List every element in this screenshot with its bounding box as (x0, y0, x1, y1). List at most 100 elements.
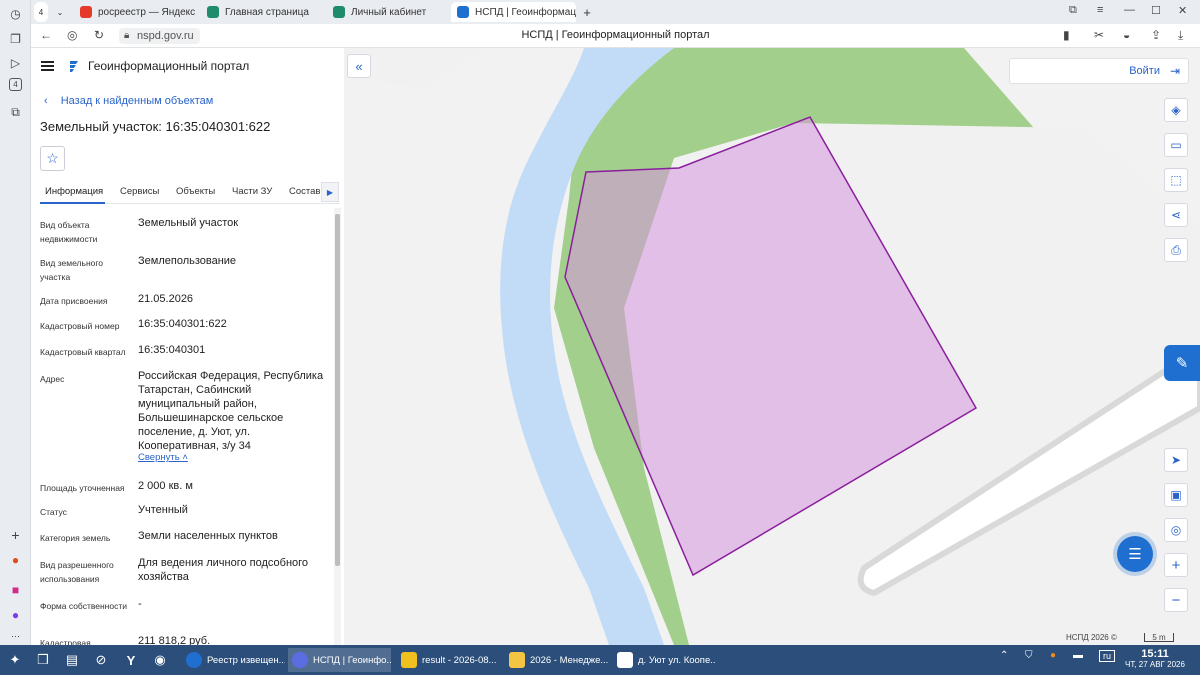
map-scale: 5 m (1144, 633, 1174, 642)
screenshot-icon[interactable]: ⧉ (6, 103, 25, 122)
yandex-browser-icon[interactable]: Y (121, 650, 141, 670)
browser-sidebar: ◷ ❐ ▷ 4 ⧉ + ● ■ ● ⋯ (0, 0, 31, 645)
history-icon[interactable]: ◷ (6, 4, 25, 23)
locate-button[interactable]: ➤ (1164, 448, 1188, 472)
chat-button[interactable]: ☰ (1117, 536, 1153, 572)
info-label: Статус (40, 507, 67, 517)
feedback-button[interactable]: ✎ (1164, 345, 1200, 381)
search-location-button[interactable]: ◎ (1164, 518, 1188, 542)
back-to-results-link[interactable]: ‹ Назад к найденным объектам (44, 95, 213, 107)
chevron-up-icon: ˄ (182, 452, 188, 463)
tab-yandex[interactable]: росреестр — Яндекс: наш (74, 2, 196, 22)
new-tab-icon[interactable]: + (579, 2, 595, 22)
info-label: Форма собственности (40, 601, 127, 611)
tray-update-icon[interactable]: ● (1050, 650, 1056, 661)
layers-icon: ◈ (1171, 103, 1181, 117)
share-icon: ⋖ (1170, 208, 1182, 222)
chevron-right-icon: ▶ (326, 187, 334, 197)
task-document[interactable]: д. Уют ул. Коопе... (613, 648, 716, 672)
add-icon[interactable]: + (6, 525, 25, 544)
chevron-left-icon: ‹ (44, 95, 48, 107)
bookmark-icon[interactable]: ▮ (1063, 28, 1070, 42)
print-button[interactable]: ⎙ (1164, 238, 1188, 262)
app-icon[interactable]: ● (6, 550, 25, 569)
info-value: - (138, 598, 142, 610)
collapse-panel-button[interactable]: « (347, 54, 371, 78)
double-chevron-left-icon: « (355, 58, 363, 74)
scrollbar-thumb[interactable] (335, 214, 340, 566)
zoom-in-button[interactable]: + (1164, 553, 1188, 577)
minimap-icon: ▣ (1170, 488, 1182, 502)
nspd-icon (457, 6, 469, 18)
document-icon: ✎ (1175, 355, 1189, 372)
extensions-icon[interactable]: ⧉ (1069, 4, 1077, 17)
gosuslugi-icon (333, 6, 345, 18)
zoom-out-button[interactable]: − (1164, 588, 1188, 612)
download-icon[interactable]: ⤓ (1178, 28, 1183, 43)
tab-cabinet[interactable]: Личный кабинет (327, 2, 447, 22)
active-tab-indicator (40, 202, 105, 204)
files-icon[interactable]: ▤ (62, 650, 82, 670)
tab-count[interactable]: 4 (34, 2, 48, 22)
info-value: 16:35:040301:622 (138, 318, 227, 330)
play-icon[interactable]: ▷ (6, 53, 25, 72)
app-icon[interactable]: ◉ (150, 650, 170, 670)
tab-nspd[interactable]: НСПД | Геоинформац ✕ (451, 2, 576, 22)
tab-parts[interactable]: Части ЗУ (232, 186, 272, 197)
share-button[interactable]: ⋖ (1164, 203, 1188, 227)
language-indicator[interactable]: ru (1099, 650, 1116, 662)
menu-icon[interactable]: ≡ (1097, 4, 1103, 16)
task-registry[interactable]: Реестр извещен... (182, 648, 285, 672)
blocked-icon[interactable]: ⊘ (91, 650, 111, 670)
archive-icon (401, 652, 417, 668)
tools-icon[interactable]: ✂ (1094, 28, 1104, 42)
more-icon[interactable]: ⋯ (6, 627, 25, 646)
reader-icon[interactable]: ◒ (1123, 28, 1130, 42)
app-icon[interactable]: ■ (6, 580, 25, 599)
collapse-address-link[interactable]: Свернуть ˄ (138, 452, 188, 463)
tab-services[interactable]: Сервисы (120, 186, 159, 197)
favorite-button[interactable]: ☆ (40, 146, 65, 171)
tray-network-icon[interactable]: ▬ (1073, 650, 1083, 661)
tab-home[interactable]: Главная страница (201, 2, 321, 22)
tab-bar: 4 ⌄ росреестр — Яндекс: наш Главная стра… (31, 0, 1200, 24)
maximize-icon[interactable]: ☐ (1151, 4, 1161, 17)
task-nspd[interactable]: НСПД | Геоинфо... (288, 648, 391, 672)
collections-icon[interactable]: ❐ (6, 29, 25, 48)
measure-button[interactable]: ▭ (1164, 133, 1188, 157)
tray-shield-icon[interactable]: ⛉ (1025, 650, 1033, 661)
object-title: Земельный участок: 16:35:040301:622 (40, 119, 271, 134)
tab-info[interactable]: Информация (45, 186, 103, 197)
select-icon: ⬚ (1170, 173, 1182, 187)
tabs-dropdown-icon[interactable]: ⌄ (53, 2, 67, 22)
minimize-icon[interactable]: — (1124, 4, 1135, 16)
layers-button[interactable]: ◈ (1164, 98, 1188, 122)
tab-objects[interactable]: Объекты (176, 186, 215, 197)
info-value: Учтенный (138, 504, 188, 516)
tabs-scroll-button[interactable]: ▶ (321, 182, 339, 202)
app-header: Геоинформационный портал (41, 58, 249, 74)
info-label: Кадастровый квартал (40, 347, 126, 357)
close-window-icon[interactable]: ✕ (1178, 4, 1187, 17)
map-view[interactable]: « Войти ⇥ ◈ ▭ ⬚ ⋖ ⎙ ✎ ➤ ▣ ◎ + − ☰ НСПД 2… (344, 48, 1200, 645)
select-area-button[interactable]: ⬚ (1164, 168, 1188, 192)
menu-icon[interactable] (41, 61, 54, 71)
object-tabs: Информация Сервисы Объекты Части ЗУ Сост… (40, 182, 340, 204)
map-canvas[interactable] (344, 48, 1200, 645)
info-label: Кадастровый номер (40, 321, 120, 331)
assistant-icon[interactable]: ● (6, 605, 25, 624)
tab-composition[interactable]: Состав (289, 186, 320, 197)
task-file-manager[interactable]: 2026 - Менедже... (505, 648, 608, 672)
tray-up-icon[interactable]: ⌃ (1000, 650, 1008, 661)
clock[interactable]: 15:11 ЧТ, 27 АВГ 2026 (1125, 648, 1185, 669)
info-label: Площадь уточненная (40, 483, 125, 493)
panel-scrollbar[interactable] (334, 208, 341, 645)
task-result[interactable]: result - 2026-08... (397, 648, 500, 672)
start-icon[interactable]: ✦ (5, 650, 25, 670)
rail-badge[interactable]: 4 (9, 78, 22, 91)
minimap-button[interactable]: ▣ (1164, 483, 1188, 507)
desktop-icon[interactable]: ❒ (33, 650, 53, 670)
chromium-icon (186, 652, 202, 668)
login-button[interactable]: Войти ⇥ (1009, 58, 1189, 84)
share-icon[interactable]: ⇪ (1151, 28, 1161, 42)
